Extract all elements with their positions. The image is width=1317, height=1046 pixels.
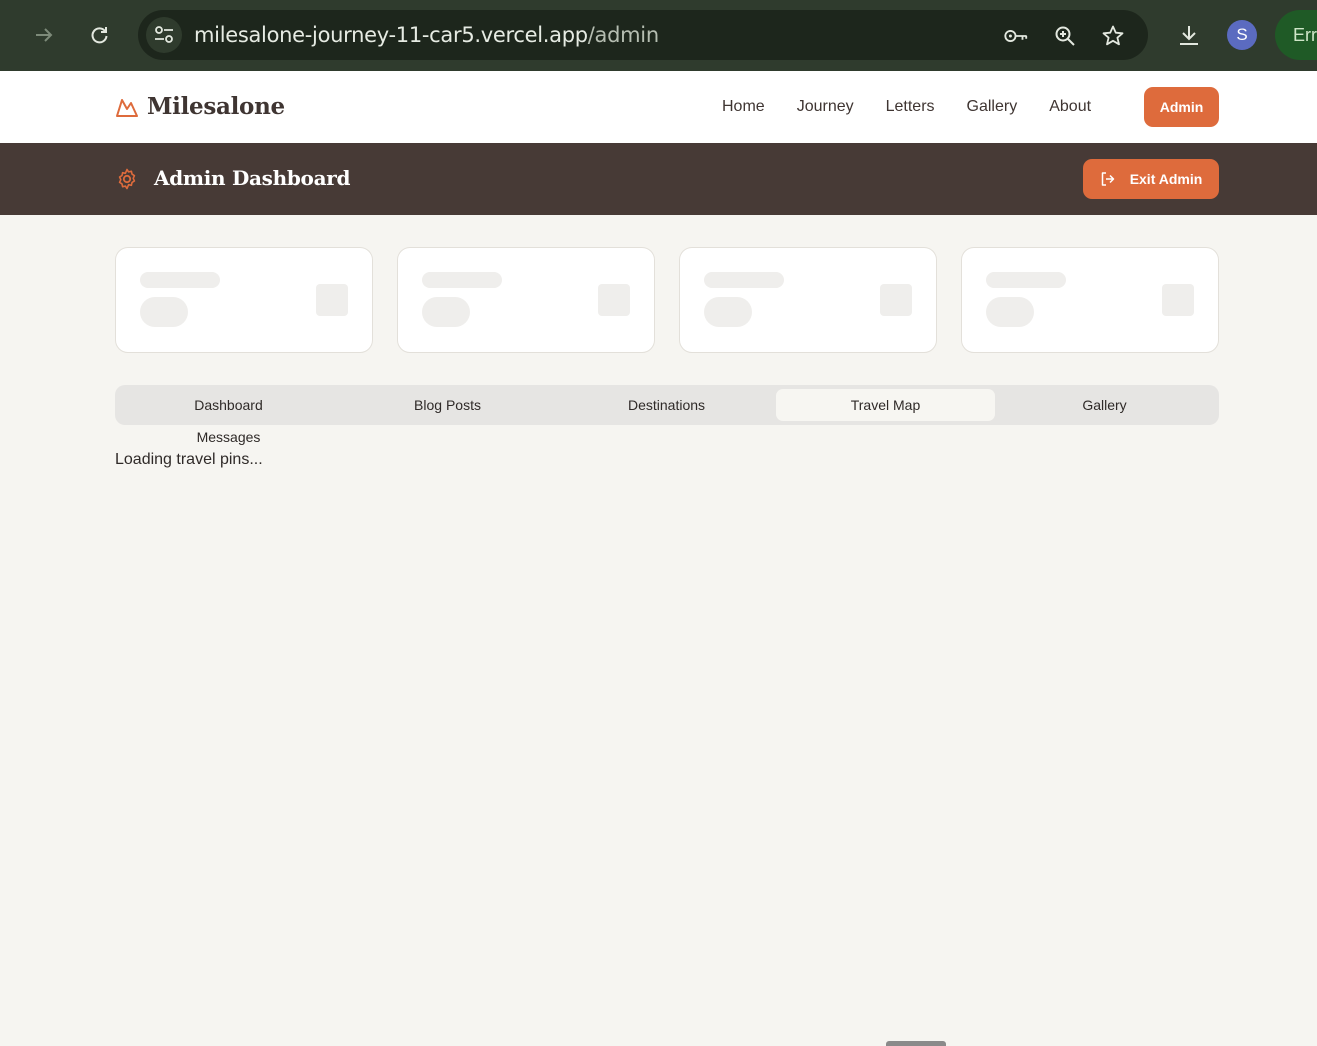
tab-gallery[interactable]: Gallery xyxy=(995,389,1214,421)
stat-card-skeleton xyxy=(961,247,1219,353)
url-text[interactable]: milesalone-journey-11-car5.vercel.app/ad… xyxy=(194,23,659,47)
nav-letters[interactable]: Letters xyxy=(886,98,935,116)
brand-name: Milesalone xyxy=(147,93,285,120)
admin-dashboard-bar: Admin Dashboard Exit Admin xyxy=(0,143,1317,215)
tab-travel-map[interactable]: Travel Map xyxy=(776,389,995,421)
site-header: Milesalone Home Journey Letters Gallery … xyxy=(0,71,1317,143)
stat-card-skeleton xyxy=(679,247,937,353)
site-info-icon[interactable] xyxy=(146,17,182,53)
nav-about[interactable]: About xyxy=(1049,98,1091,116)
nav-journey[interactable]: Journey xyxy=(797,98,854,116)
page-title: Admin Dashboard xyxy=(154,166,351,190)
tab-dashboard[interactable]: Dashboard xyxy=(119,389,338,421)
bookmark-star-icon[interactable] xyxy=(1100,23,1126,49)
profile-avatar[interactable]: S xyxy=(1227,20,1257,50)
address-bar[interactable]: milesalone-journey-11-car5.vercel.app/ad… xyxy=(138,10,1148,60)
tab-blog-posts[interactable]: Blog Posts xyxy=(338,389,557,421)
error-chip[interactable]: Erro xyxy=(1275,10,1317,60)
gear-icon xyxy=(118,168,136,190)
logo[interactable]: Milesalone xyxy=(115,93,285,120)
stat-card-skeleton xyxy=(115,247,373,353)
password-key-icon[interactable] xyxy=(1003,23,1029,49)
nav-home[interactable]: Home xyxy=(722,98,765,116)
loading-message: Loading travel pins... xyxy=(115,451,263,468)
stat-card-skeleton xyxy=(397,247,655,353)
scrollbar-handle[interactable] xyxy=(886,1041,946,1046)
admin-button[interactable]: Admin xyxy=(1144,87,1219,127)
tab-destinations[interactable]: Destinations xyxy=(557,389,776,421)
main-nav: Home Journey Letters Gallery About xyxy=(722,71,1123,143)
zoom-icon[interactable] xyxy=(1052,23,1078,49)
admin-tabs: Dashboard Blog Posts Destinations Travel… xyxy=(115,385,1219,425)
download-icon[interactable] xyxy=(1172,18,1206,52)
browser-toolbar: milesalone-journey-11-car5.vercel.app/ad… xyxy=(0,0,1317,71)
nav-gallery[interactable]: Gallery xyxy=(967,98,1018,116)
exit-admin-label: Exit Admin xyxy=(1129,171,1203,187)
exit-admin-button[interactable]: Exit Admin xyxy=(1083,159,1219,199)
reload-icon[interactable] xyxy=(82,18,116,52)
tab-messages[interactable]: Messages xyxy=(115,426,342,448)
logout-icon xyxy=(1101,172,1114,186)
forward-icon[interactable] xyxy=(27,18,61,52)
mountain-icon xyxy=(116,98,138,117)
